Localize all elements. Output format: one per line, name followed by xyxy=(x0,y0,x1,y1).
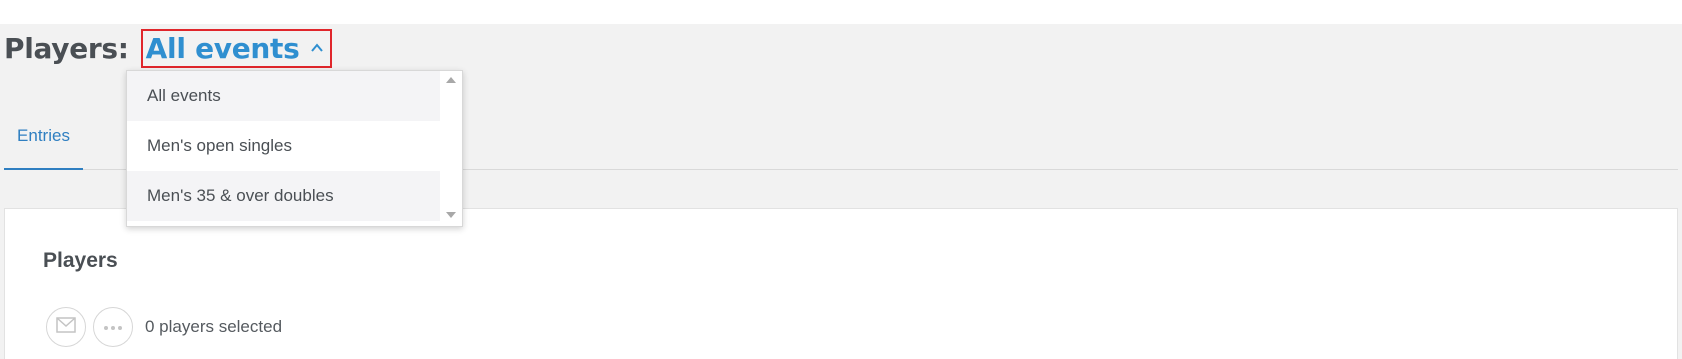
event-filter-value: All events xyxy=(145,31,300,65)
event-options-list: All events Men's open singles Men's 35 &… xyxy=(126,70,463,227)
event-filter-dropdown[interactable]: All events xyxy=(140,28,332,68)
top-strip xyxy=(0,0,1682,24)
event-option-mens-35-over-doubles[interactable]: Men's 35 & over doubles xyxy=(127,171,441,221)
dropdown-scrollbar[interactable] xyxy=(440,71,462,226)
page-title-prefix: Players: xyxy=(4,31,129,65)
page-header: Players: All events xyxy=(4,28,332,68)
event-option-all-events[interactable]: All events xyxy=(127,71,441,121)
more-actions-button[interactable] xyxy=(93,307,133,347)
email-players-button[interactable] xyxy=(46,307,86,347)
mail-icon xyxy=(56,316,76,338)
tab-entries[interactable]: Entries xyxy=(4,108,83,170)
players-card-title: Players xyxy=(43,249,118,272)
scroll-down-arrow-icon[interactable] xyxy=(446,212,456,218)
chevron-up-icon xyxy=(310,41,324,55)
selected-players-count: 0 players selected xyxy=(145,317,283,336)
scroll-up-arrow-icon[interactable] xyxy=(446,77,456,83)
more-horizontal-icon xyxy=(103,318,123,336)
players-card: Players 0 players selected xyxy=(4,208,1678,359)
event-option-mens-open-singles[interactable]: Men's open singles xyxy=(127,121,441,171)
